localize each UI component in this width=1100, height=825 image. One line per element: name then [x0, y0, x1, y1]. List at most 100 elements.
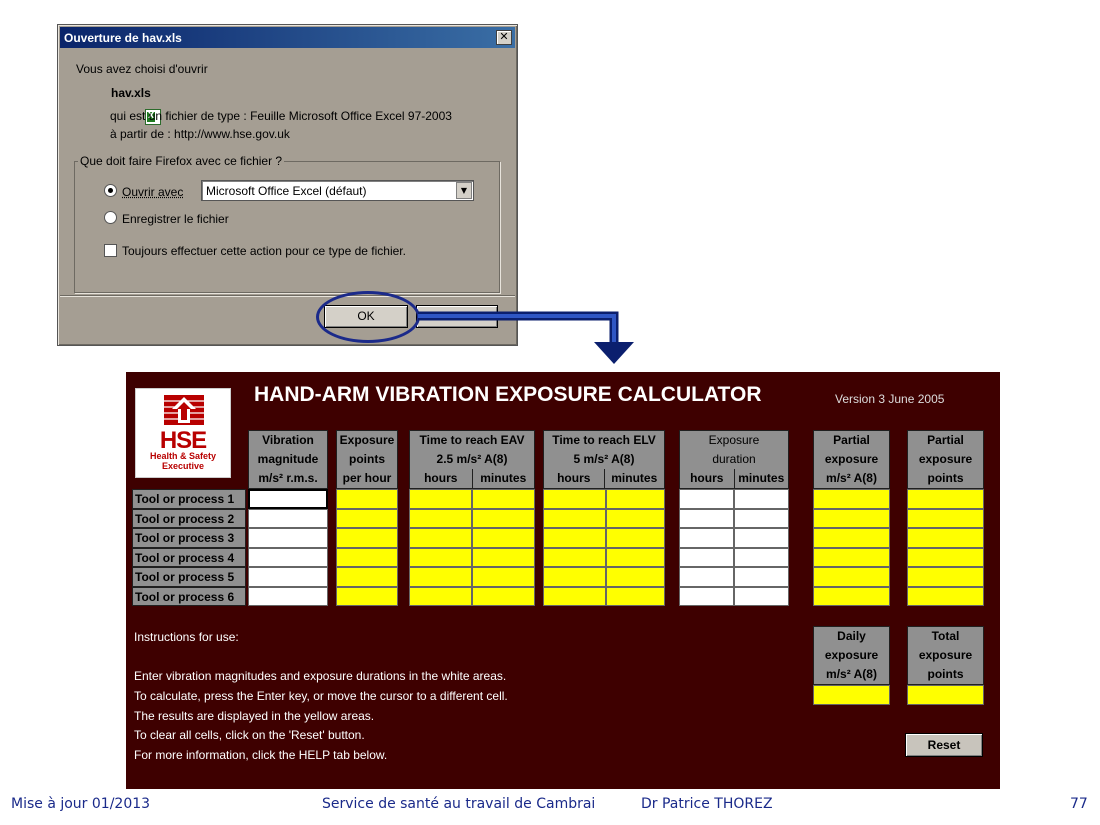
eav-hours-cell — [409, 547, 472, 567]
duration-minutes-input[interactable] — [734, 489, 789, 509]
duration-hours-input[interactable] — [679, 508, 734, 528]
partial-exposure-points-cell — [907, 508, 984, 528]
duration-minutes-input[interactable] — [734, 586, 789, 606]
file-type: qui est un fichier de type : Feuille Mic… — [110, 109, 452, 123]
dialog-title: Ouverture de hav.xls — [64, 31, 182, 45]
partial-exposure-a8-cell — [813, 508, 890, 528]
row-label-5: Tool or process 5 — [132, 567, 246, 587]
footer-page-number: 77 — [1070, 796, 1088, 812]
open-with-radio[interactable] — [104, 184, 117, 197]
action-question: Que doit faire Firefox avec ce fichier ? — [78, 154, 285, 168]
vibration-magnitude-input[interactable] — [248, 528, 328, 548]
instruction-line: To clear all cells, click on the 'Reset'… — [134, 728, 365, 742]
footer-date: Mise à jour 01/2013 — [11, 796, 151, 812]
eav-minutes-cell — [472, 489, 535, 509]
chevron-down-icon[interactable]: ▼ — [456, 182, 472, 199]
vibration-magnitude-input[interactable] — [248, 508, 328, 528]
elv-minutes-cell — [606, 547, 665, 567]
partial-exposure-a8-cell — [813, 567, 890, 587]
elv-minutes-cell — [606, 528, 665, 548]
elv-minutes-cell — [606, 508, 665, 528]
eav-hours-cell — [409, 586, 472, 606]
hav-calculator: HSE Health & Safety Executive HAND-ARM V… — [126, 372, 1000, 789]
elv-minutes-cell — [606, 489, 665, 509]
duration-hours-input[interactable] — [679, 567, 734, 587]
instruction-line: The results are displayed in the yellow … — [134, 709, 375, 723]
hse-logo: HSE Health & Safety Executive — [135, 388, 231, 478]
duration-minutes-input[interactable] — [734, 528, 789, 548]
header-partial-exposure-a8: Partial exposure m/s² A(8) — [813, 430, 890, 489]
duration-minutes-input[interactable] — [734, 508, 789, 528]
exposure-points-cell — [336, 508, 398, 528]
eav-hours-cell — [409, 567, 472, 587]
calculator-title: HAND-ARM VIBRATION EXPOSURE CALCULATOR — [254, 383, 762, 406]
calculator-version: Version 3 June 2005 — [835, 392, 945, 406]
duration-hours-input[interactable] — [679, 586, 734, 606]
partial-exposure-a8-cell — [813, 489, 890, 509]
file-name: hav.xls — [111, 86, 151, 100]
elv-hours-cell — [543, 508, 606, 528]
total-points-cell — [907, 685, 984, 705]
application-select[interactable]: Microsoft Office Excel (défaut) ▼ — [201, 180, 474, 201]
instruction-line: Enter vibration magnitudes and exposure … — [134, 669, 507, 683]
elv-minutes-cell — [606, 586, 665, 606]
eav-minutes-cell — [472, 528, 535, 548]
daily-exposure-cell — [813, 685, 890, 705]
elv-hours-cell — [543, 567, 606, 587]
hse-logo-subtitle: Health & Safety Executive — [149, 451, 217, 471]
header-exposure-duration: Exposure duration hours minutes — [679, 430, 789, 489]
row-label-1: Tool or process 1 — [132, 489, 246, 509]
always-label[interactable]: Toujours effectuer cette action pour ce … — [122, 244, 406, 258]
duration-hours-input[interactable] — [679, 528, 734, 548]
exposure-points-cell — [336, 489, 398, 509]
always-checkbox[interactable] — [104, 244, 117, 257]
header-daily-exposure: Daily exposure m/s² A(8) — [813, 626, 890, 685]
header-time-to-elv: Time to reach ELV 5 m/s² A(8) hours minut… — [543, 430, 665, 489]
save-file-radio[interactable] — [104, 211, 117, 224]
duration-minutes-input[interactable] — [734, 547, 789, 567]
open-with-label[interactable]: Ouvrir avec — [122, 185, 183, 199]
partial-exposure-points-cell — [907, 528, 984, 548]
exposure-points-cell — [336, 528, 398, 548]
close-icon[interactable]: ✕ — [496, 30, 512, 45]
partial-exposure-points-cell — [907, 547, 984, 567]
vibration-magnitude-input[interactable] — [248, 489, 328, 509]
dialog-intro: Vous avez choisi d'ouvrir — [76, 62, 208, 76]
partial-exposure-points-cell — [907, 489, 984, 509]
duration-hours-input[interactable] — [679, 489, 734, 509]
eav-minutes-cell — [472, 567, 535, 587]
instruction-line: For more information, click the HELP tab… — [134, 748, 388, 762]
callout-arrow-icon — [418, 311, 634, 364]
exposure-points-cell — [336, 586, 398, 606]
duration-hours-input[interactable] — [679, 547, 734, 567]
vibration-magnitude-input[interactable] — [248, 586, 328, 606]
partial-exposure-a8-cell — [813, 528, 890, 548]
instructions-heading: Instructions for use: — [134, 630, 239, 644]
dialog-titlebar[interactable]: Ouverture de hav.xls ✕ — [60, 27, 515, 48]
eav-minutes-cell — [472, 508, 535, 528]
row-label-3: Tool or process 3 — [132, 528, 246, 548]
application-select-value: Microsoft Office Excel (défaut) — [206, 184, 367, 198]
elv-hours-cell — [543, 489, 606, 509]
exposure-points-cell — [336, 547, 398, 567]
vibration-magnitude-input[interactable] — [248, 547, 328, 567]
vibration-magnitude-input[interactable] — [248, 567, 328, 587]
eav-hours-cell — [409, 508, 472, 528]
instruction-line: To calculate, press the Enter key, or mo… — [134, 689, 508, 703]
elv-hours-cell — [543, 586, 606, 606]
duration-minutes-input[interactable] — [734, 567, 789, 587]
exposure-points-cell — [336, 567, 398, 587]
file-source: à partir de : http://www.hse.gov.uk — [110, 127, 290, 141]
row-label-2: Tool or process 2 — [132, 508, 246, 528]
hse-emblem-icon — [164, 395, 204, 425]
save-file-label[interactable]: Enregistrer le fichier — [122, 212, 229, 226]
row-label-6: Tool or process 6 — [132, 586, 246, 606]
eav-hours-cell — [409, 489, 472, 509]
elv-minutes-cell — [606, 567, 665, 587]
header-total-exposure-points: Total exposure points — [907, 626, 984, 685]
eav-minutes-cell — [472, 547, 535, 567]
header-time-to-eav: Time to reach EAV 2.5 m/s² A(8) hours min… — [409, 430, 535, 489]
footer-author: Dr Patrice THOREZ — [641, 796, 773, 812]
elv-hours-cell — [543, 528, 606, 548]
reset-button[interactable]: Reset — [905, 733, 983, 757]
